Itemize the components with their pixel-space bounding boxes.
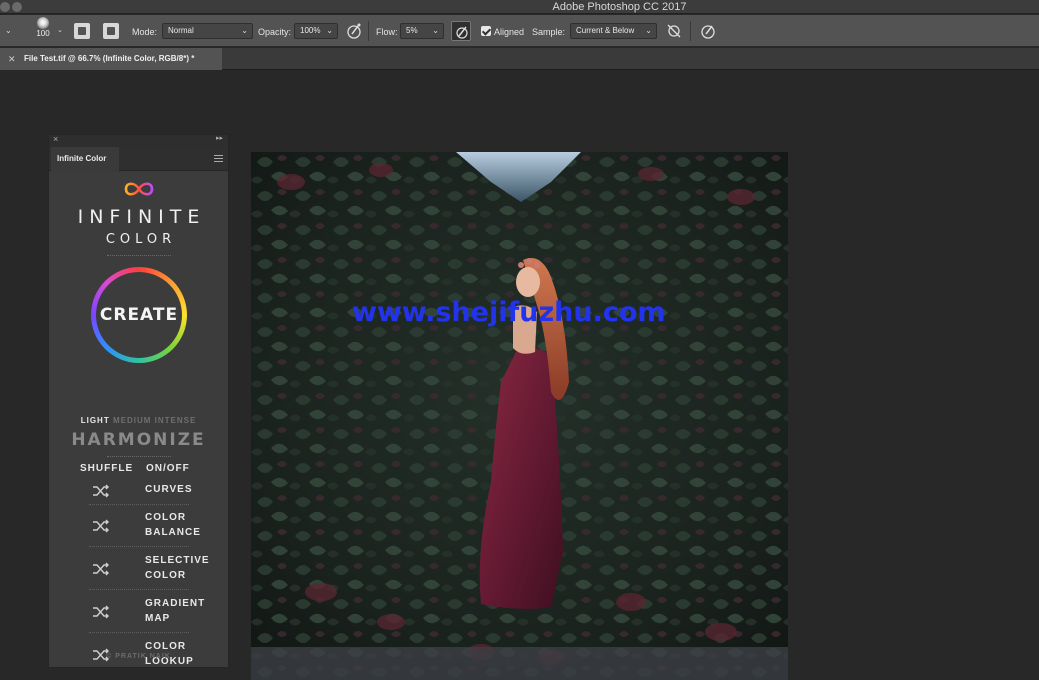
options-bar: ⌄ 100 ⌄ Mode: Normal ⌄ Opacity: 100% ⌄ F… (0, 15, 1039, 47)
shuffle-icon[interactable] (92, 562, 110, 576)
opacity-field[interactable]: 100% ⌄ (294, 23, 338, 39)
divider (89, 546, 189, 547)
shuffle-icon[interactable] (92, 519, 110, 533)
intensity-medium-option[interactable]: MEDIUM (113, 416, 151, 425)
document-tab-bar: ✕ File Test.tif @ 66.7% (Infinite Color,… (0, 48, 1039, 70)
panel-menu-icon[interactable] (214, 155, 223, 162)
brush-preset-picker[interactable]: 100 (33, 17, 53, 39)
panel-body: INFINITE COLOR CREATE LIGHT MEDIUM INTEN… (49, 172, 228, 667)
adjustment-label: COLOR (145, 641, 187, 652)
mode-label: Mode: (132, 27, 158, 37)
document-tab[interactable]: ✕ File Test.tif @ 66.7% (Infinite Color,… (0, 48, 222, 70)
shuffle-icon[interactable] (92, 484, 110, 498)
pressure-size-icon[interactable] (698, 21, 718, 41)
ignore-adjustment-layers-icon[interactable] (664, 21, 684, 41)
tab-infinite-color[interactable]: Infinite Color (51, 147, 119, 171)
separator (368, 21, 369, 41)
brush-picker-chevron-icon[interactable]: ⌄ (57, 26, 63, 34)
window-title: Adobe Photoshop CC 2017 (552, 1, 687, 13)
document-tab-title: File Test.tif @ 66.7% (Infinite Color, R… (24, 54, 195, 63)
brush-tip-icon (37, 17, 49, 29)
toggle-brush-panel-icon[interactable] (74, 23, 90, 39)
toggle-gradient-map[interactable]: GRADIENT MAP (145, 596, 205, 626)
flow-value: 5% (406, 26, 418, 35)
divider (107, 255, 171, 256)
divider (89, 632, 189, 633)
sample-value: Current & Below (576, 26, 635, 35)
close-icon[interactable]: × (53, 134, 58, 144)
chevron-down-icon: ⌄ (326, 26, 333, 35)
sample-label: Sample: (532, 27, 566, 37)
chevron-down-icon: ⌄ (241, 26, 248, 35)
divider (107, 456, 171, 457)
sample-select[interactable]: Current & Below ⌄ (570, 23, 657, 39)
panel-tab-strip: Infinite Color (49, 147, 228, 171)
infinite-color-panel: × ▸▸ Infinite Color INFINITE COLOR CREAT… (48, 134, 229, 668)
shuffle-column-header: SHUFFLE (80, 463, 134, 474)
opacity-value: 100% (300, 26, 321, 35)
infinity-logo-icon (124, 182, 154, 196)
toggle-clone-source-panel-icon[interactable] (103, 23, 119, 39)
divider (89, 589, 189, 590)
pressure-opacity-icon[interactable] (344, 21, 364, 41)
onoff-column-header: ON/OFF (146, 463, 190, 474)
aligned-label: Aligned (494, 27, 525, 37)
adjustment-label: COLOR (145, 512, 187, 523)
adjustment-label: BALANCE (145, 527, 201, 538)
mode-select[interactable]: Normal ⌄ (162, 23, 253, 39)
panel-footer-credit: © PRATIK NAIK (106, 653, 171, 660)
intensity-light-option[interactable]: LIGHT (81, 416, 110, 425)
intensity-intense-option[interactable]: INTENSE (155, 416, 197, 425)
title-bar: Adobe Photoshop CC 2017 (0, 0, 1039, 14)
adjustment-label: COLOR (145, 570, 187, 581)
toggle-selective-color[interactable]: SELECTIVE COLOR (145, 553, 210, 583)
adjustment-label: MAP (145, 613, 171, 624)
intensity-selector: LIGHT MEDIUM INTENSE (49, 416, 228, 425)
chevron-down-icon: ⌄ (645, 26, 652, 35)
brand-subtitle: COLOR (105, 232, 177, 247)
chevron-down-icon: ⌄ (432, 26, 439, 35)
brand-title: INFINITE (77, 206, 206, 228)
flow-label: Flow: (376, 27, 398, 37)
divider (89, 504, 189, 505)
adjustment-label: CURVES (145, 484, 193, 495)
adjustment-label: SELECTIVE (145, 555, 210, 566)
shuffle-icon[interactable] (92, 605, 110, 619)
opacity-label: Opacity: (258, 27, 292, 37)
watermark-text: www.shejifuzhu.com (352, 297, 666, 328)
toggle-curves[interactable]: CURVES (145, 482, 193, 497)
toggle-color-balance[interactable]: COLOR BALANCE (145, 510, 201, 540)
aligned-checkbox[interactable] (481, 26, 491, 36)
brush-size: 100 (36, 29, 50, 38)
airbrush-icon[interactable] (451, 21, 471, 41)
create-label: CREATE (99, 305, 179, 325)
panel-header-strip: × ▸▸ (49, 134, 228, 147)
document-image[interactable] (251, 152, 788, 680)
tool-preset-chevron-icon[interactable]: ⌄ (5, 26, 12, 35)
flow-field[interactable]: 5% ⌄ (400, 23, 444, 39)
close-icon[interactable]: ✕ (8, 48, 16, 70)
mode-value: Normal (168, 26, 194, 35)
collapse-icon[interactable]: ▸▸ (216, 134, 223, 142)
separator (690, 21, 691, 41)
adjustment-label: GRADIENT (145, 598, 206, 609)
harmonize-button[interactable]: HARMONIZE (49, 430, 228, 450)
